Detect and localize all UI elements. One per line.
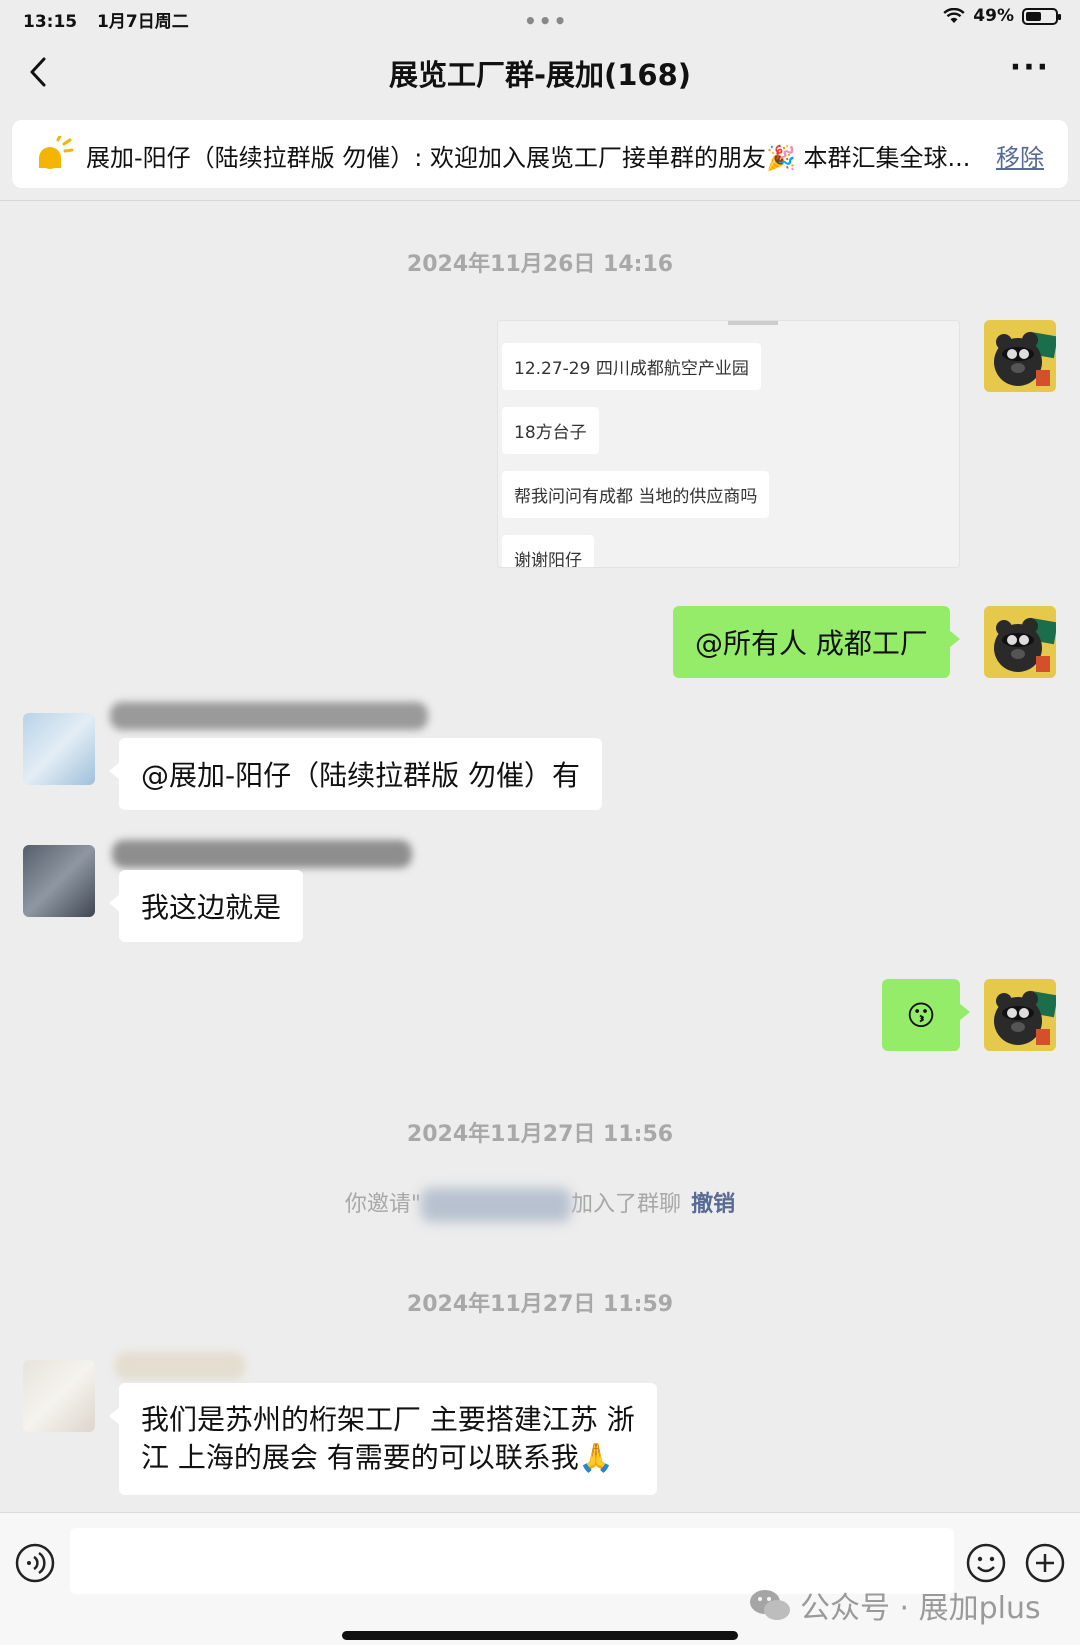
invited-name-blurred (421, 1188, 572, 1222)
home-indicator[interactable] (342, 1631, 738, 1640)
group-notice-banner[interactable]: 展加-阳仔（陆续拉群版 勿催）: 欢迎加入展览工厂接单群的朋友🎉 本群汇集全球.… (12, 120, 1068, 188)
status-right: 49% (943, 6, 1061, 26)
image-message[interactable]: 12.27-29 四川成都航空产业园 18方台子 帮我问问有成都 当地的供应商吗… (497, 320, 960, 568)
input-bar: 公众号 · 展加plus (0, 1512, 1080, 1645)
battery-percent: 49% (973, 6, 1014, 26)
timestamp: 2024年11月26日 14:16 (406, 252, 674, 277)
system-invite-notice: 你邀请" 加入了群聊 撤销 (0, 1186, 1080, 1222)
multitask-dots-icon[interactable]: ••• (524, 9, 568, 33)
member-message-bubble[interactable]: @展加-阳仔（陆续拉群版 勿催）有 (108, 738, 603, 810)
status-time: 13:15 (23, 12, 78, 32)
bear-avatar-icon (984, 606, 1056, 678)
notice-remove-link[interactable]: 移除 (996, 138, 1044, 173)
bear-avatar-icon (984, 979, 1056, 1051)
member-avatar[interactable] (23, 713, 95, 785)
system-text-prefix: 你邀请" (344, 1192, 422, 1217)
wifi-icon (943, 8, 965, 23)
image-text-line: 18方台子 (502, 407, 599, 454)
image-top-handle (728, 321, 778, 325)
watermark-text: 公众号 · 展加plus (800, 1591, 1041, 1626)
image-text-line: 帮我问问有成都 当地的供应商吗 (502, 471, 770, 518)
timestamp: 2024年11月27日 11:59 (406, 1292, 674, 1317)
message-text: 我这边就是 (141, 891, 282, 924)
announcement-sun-icon (39, 136, 74, 169)
wechat-logo-icon (750, 1590, 790, 1620)
battery-icon (1022, 7, 1061, 25)
system-text-suffix: 加入了群聊 (571, 1192, 682, 1217)
member-avatar[interactable] (23, 845, 95, 917)
my-avatar[interactable] (984, 979, 1056, 1051)
member-message-bubble[interactable]: 我们是苏州的桁架工厂 主要搭建江苏 浙 江 上海的展会 有需要的可以联系我🙏 (109, 1383, 657, 1495)
message-text: @所有人 成都工厂 (695, 627, 928, 660)
voice-input-icon[interactable] (15, 1543, 55, 1583)
status-time-date: 13:15 1月7日周二 (23, 7, 203, 32)
message-text-line: 我们是苏州的桁架工厂 主要搭建江苏 浙 (141, 1403, 635, 1436)
plus-icon[interactable] (1025, 1543, 1065, 1583)
bear-avatar-icon (984, 320, 1056, 392)
revoke-link[interactable]: 撤销 (691, 1192, 735, 1217)
my-avatar[interactable] (984, 606, 1056, 678)
sender-name-blurred (112, 840, 412, 868)
timestamp: 2024年11月27日 11:56 (406, 1122, 674, 1147)
more-options-button[interactable]: ··· (1010, 50, 1050, 85)
my-message-bubble[interactable]: @所有人 成都工厂 (673, 606, 960, 678)
member-avatar[interactable] (23, 1360, 95, 1432)
sender-name-blurred (110, 702, 428, 730)
status-date: 1月7日周二 (97, 12, 189, 32)
chat-header: 展览工厂群-展加(168) ··· (0, 40, 1080, 104)
notice-text: 展加-阳仔（陆续拉群版 勿催）: 欢迎加入展览工厂接单群的朋友🎉 本群汇集全球.… (86, 144, 971, 172)
sender-name-blurred (115, 1352, 245, 1380)
watermark: 公众号 · 展加plus (748, 1583, 1041, 1627)
image-text-line: 谢谢阳仔 (502, 535, 594, 567)
message-text: @展加-阳仔（陆续拉群版 勿催）有 (141, 759, 581, 792)
header-divider (0, 200, 1080, 201)
emoji-message: 😗 (906, 998, 936, 1032)
emoji-icon[interactable] (966, 1543, 1006, 1583)
status-bar: 13:15 1月7日周二 ••• 49% (0, 0, 1080, 36)
member-message-bubble[interactable]: 我这边就是 (108, 870, 304, 942)
image-text-line: 12.27-29 四川成都航空产业园 (502, 343, 761, 390)
chat-title: 展览工厂群-展加(168) (388, 58, 692, 92)
my-emoji-bubble[interactable]: 😗 (882, 979, 970, 1051)
my-avatar[interactable] (984, 320, 1056, 392)
message-text-line: 江 上海的展会 有需要的可以联系我🙏 (141, 1441, 614, 1474)
